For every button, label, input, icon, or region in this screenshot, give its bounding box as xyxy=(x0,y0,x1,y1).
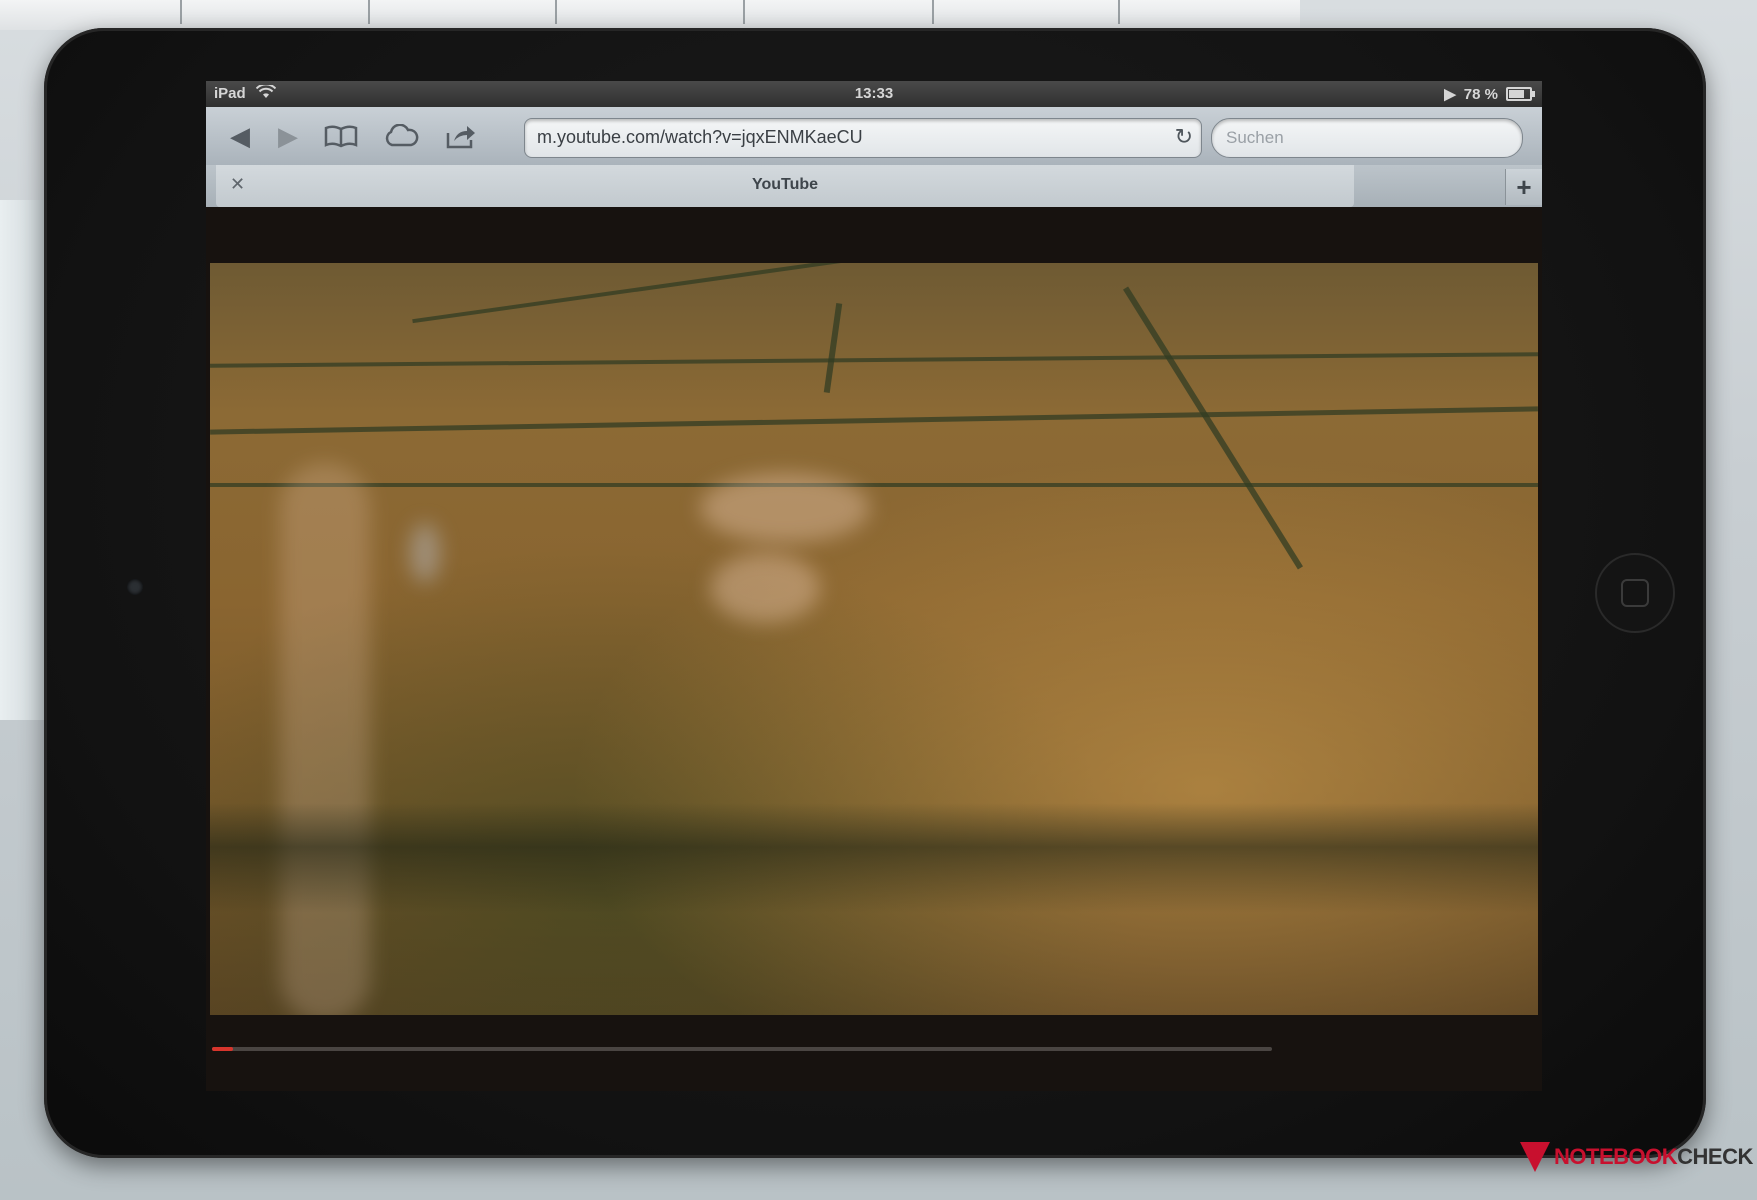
tab-youtube[interactable]: ✕ YouTube xyxy=(216,165,1354,207)
battery-percent: 78 % xyxy=(1463,85,1498,103)
bookmarks-button[interactable] xyxy=(318,119,364,153)
video-frame[interactable] xyxy=(210,263,1538,1015)
forward-arrow-icon: ▶ xyxy=(278,120,298,151)
status-bar: iPad 13:33 ▶ 78 % xyxy=(206,81,1542,107)
video-player[interactable] xyxy=(206,207,1542,1091)
tab-title: YouTube xyxy=(751,176,819,193)
field-ditch xyxy=(412,263,928,324)
icloud-tabs-icon xyxy=(385,124,419,147)
tab-strip: ✕ YouTube + xyxy=(206,165,1542,207)
front-camera xyxy=(127,579,143,595)
background-keyboard xyxy=(0,0,1300,30)
glass-reflection xyxy=(410,523,440,583)
back-button[interactable]: ◀ xyxy=(220,119,260,153)
home-button[interactable] xyxy=(1595,553,1675,633)
keyboard-key-edge xyxy=(180,0,182,24)
icloud-tabs-button[interactable] xyxy=(378,119,424,153)
notebookcheck-logo-icon xyxy=(1520,1142,1550,1172)
bookmarks-book-icon xyxy=(324,125,358,148)
watermark-brand: NOTEBOOKCHECK xyxy=(1554,1144,1753,1169)
video-progress-bar[interactable] xyxy=(212,1047,1272,1051)
keyboard-key-edge xyxy=(555,0,557,24)
field-ditch xyxy=(210,406,1538,435)
reload-icon[interactable]: ↻ xyxy=(1175,124,1193,150)
ipad-tablet: iPad 13:33 ▶ 78 % ◀ ▶ m.youtube.com/watc… xyxy=(44,28,1706,1158)
back-arrow-icon: ◀ xyxy=(230,120,250,151)
field-ditch xyxy=(210,483,1538,487)
share-button[interactable] xyxy=(438,119,484,153)
field-ditch xyxy=(823,303,843,393)
keyboard-key-edge xyxy=(743,0,745,24)
notebookcheck-watermark: NOTEBOOKCHECK xyxy=(1520,1142,1753,1172)
keyboard-key-edge xyxy=(1118,0,1120,24)
plus-icon: + xyxy=(1516,171,1532,202)
url-text: m.youtube.com/watch?v=jqxENMKaeCU xyxy=(537,127,863,147)
screen: iPad 13:33 ▶ 78 % ◀ ▶ m.youtube.com/watc… xyxy=(206,81,1542,1091)
glass-reflection xyxy=(700,473,870,543)
keyboard-key-edge xyxy=(368,0,370,24)
home-button-icon xyxy=(1621,579,1649,607)
battery-icon xyxy=(1506,87,1535,101)
new-tab-button[interactable]: + xyxy=(1505,169,1542,205)
glass-reflection xyxy=(710,553,820,623)
safari-toolbar: ◀ ▶ m.youtube.com/watch?v=jqxENMKaeCU ↻ … xyxy=(206,107,1542,166)
glass-reflection xyxy=(280,463,370,1015)
clock: 13:33 xyxy=(854,85,894,102)
share-icon xyxy=(446,126,475,149)
keyboard-key-edge xyxy=(932,0,934,24)
location-arrow-icon: ▶ xyxy=(1444,86,1456,103)
search-field[interactable] xyxy=(1211,118,1523,158)
field-ditch xyxy=(210,352,1538,368)
video-progress-fill xyxy=(212,1047,234,1051)
address-bar[interactable]: m.youtube.com/watch?v=jqxENMKaeCU ↻ xyxy=(524,118,1202,158)
search-input[interactable] xyxy=(1224,126,1508,150)
forward-button[interactable]: ▶ xyxy=(268,119,308,153)
field-ditch xyxy=(1123,286,1303,570)
background-device xyxy=(0,200,46,720)
status-right: ▶ 78 % xyxy=(1444,85,1535,103)
shadow-band xyxy=(210,803,1538,913)
